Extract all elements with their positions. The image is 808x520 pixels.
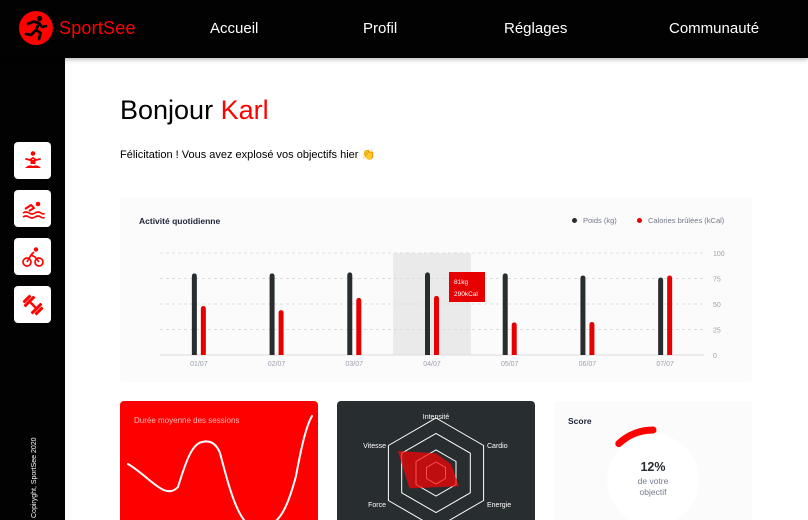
x-tick-label: 07/07 bbox=[656, 361, 674, 368]
top-navigation: SportSee Accueil Profil Réglages Communa… bbox=[0, 0, 808, 58]
radar-axis-label: Force bbox=[368, 502, 386, 509]
congratulation-message: Félicitation ! Vous avez explosé vos obj… bbox=[120, 149, 376, 161]
x-tick-label: 02/07 bbox=[268, 361, 286, 368]
legend-weight-label: Poids (kg) bbox=[583, 216, 617, 225]
average-sessions-card: Durée moyenne des sessions bbox=[120, 401, 318, 520]
sidebar: Copiryght, SportSee 2020 bbox=[0, 58, 65, 520]
y-tick-label: 75 bbox=[713, 277, 721, 284]
weight-bar[interactable] bbox=[347, 272, 353, 355]
cycling-icon bbox=[21, 246, 44, 267]
calories-bar[interactable] bbox=[589, 321, 595, 355]
runner-icon bbox=[19, 11, 53, 45]
radar-axis-label: Energie bbox=[487, 502, 511, 509]
nav-reglages[interactable]: Réglages bbox=[504, 20, 567, 37]
score-card: Score 12% de votre objectif bbox=[554, 401, 752, 520]
radar-axis-label: Cardio bbox=[487, 443, 508, 450]
calories-bar[interactable] bbox=[200, 306, 206, 355]
sessions-line bbox=[127, 415, 313, 520]
performance-radar-chart: Intensité Cardio Energie Vitesse Force bbox=[363, 414, 511, 520]
copyright-text: Copiryght, SportSee 2020 bbox=[31, 437, 38, 518]
nav-accueil[interactable]: Accueil bbox=[210, 20, 258, 37]
x-tick-label: 04/07 bbox=[423, 361, 441, 368]
sidebar-item-yoga[interactable] bbox=[14, 142, 51, 179]
weight-bar[interactable] bbox=[580, 275, 586, 355]
radar-axis-label: Vitesse bbox=[363, 443, 386, 450]
x-tick-label: 03/07 bbox=[346, 361, 364, 368]
y-tick-label: 25 bbox=[713, 328, 721, 335]
y-tick-label: 100 bbox=[713, 251, 725, 258]
calories-bar[interactable] bbox=[667, 275, 673, 355]
sidebar-item-swimming[interactable] bbox=[14, 190, 51, 227]
legend-weight-dot bbox=[572, 218, 577, 223]
score-caption-line1: de votre bbox=[637, 476, 669, 486]
brand-name: SportSee bbox=[59, 17, 136, 38]
weight-bar[interactable] bbox=[658, 277, 664, 355]
greeting-prefix: Bonjour bbox=[120, 95, 214, 125]
sidebar-item-cycling[interactable] bbox=[14, 238, 51, 275]
user-first-name: Karl bbox=[220, 95, 269, 125]
x-tick-label: 01/07 bbox=[190, 361, 208, 368]
x-tick-label: 05/07 bbox=[501, 361, 519, 368]
logo[interactable]: SportSee bbox=[18, 10, 136, 46]
score-caption-line2: objectif bbox=[639, 487, 667, 497]
tooltip-calories: 290kCal bbox=[454, 291, 478, 298]
radar-data-area bbox=[397, 451, 459, 489]
score-value: 12% bbox=[640, 460, 666, 474]
swimming-icon bbox=[22, 201, 45, 219]
weight-bar[interactable] bbox=[425, 272, 430, 355]
calories-bar[interactable] bbox=[356, 297, 362, 355]
legend-calories: Calories brûlées (kCal) bbox=[637, 216, 724, 225]
nav-profil[interactable]: Profil bbox=[363, 20, 397, 37]
legend-calories-dot bbox=[637, 218, 642, 223]
yoga-icon bbox=[24, 150, 41, 168]
sidebar-item-dumbbell[interactable] bbox=[14, 286, 51, 323]
radar-axis-label: Intensité bbox=[423, 414, 450, 421]
weight-bar[interactable] bbox=[502, 273, 508, 355]
y-tick-label: 0 bbox=[713, 353, 717, 360]
weight-bar[interactable] bbox=[191, 273, 197, 355]
legend-weight: Poids (kg) bbox=[572, 216, 617, 225]
activity-chart-title: Activité quotidienne bbox=[139, 216, 221, 226]
nav-communaute[interactable]: Communauté bbox=[669, 20, 759, 37]
x-tick-label: 06/07 bbox=[579, 361, 597, 368]
legend-calories-label: Calories brûlées (kCal) bbox=[648, 216, 725, 225]
performance-radar-card: Intensité Cardio Energie Vitesse Force bbox=[337, 401, 535, 520]
calories-bar[interactable] bbox=[278, 310, 284, 355]
calories-bar[interactable] bbox=[511, 322, 517, 355]
dumbbell-icon bbox=[22, 294, 43, 315]
y-tick-label: 50 bbox=[713, 302, 721, 309]
activity-chart-card: 0 25 50 75 100 01/07 02/07 03/07 04/07 05/07 06/07… bbox=[120, 197, 752, 382]
tooltip-weight: 81kg bbox=[454, 279, 468, 286]
page-title: Bonjour Karl bbox=[120, 95, 269, 126]
average-sessions-line-chart bbox=[127, 415, 313, 520]
weight-bar[interactable] bbox=[269, 273, 275, 355]
calories-bar[interactable] bbox=[434, 295, 439, 355]
